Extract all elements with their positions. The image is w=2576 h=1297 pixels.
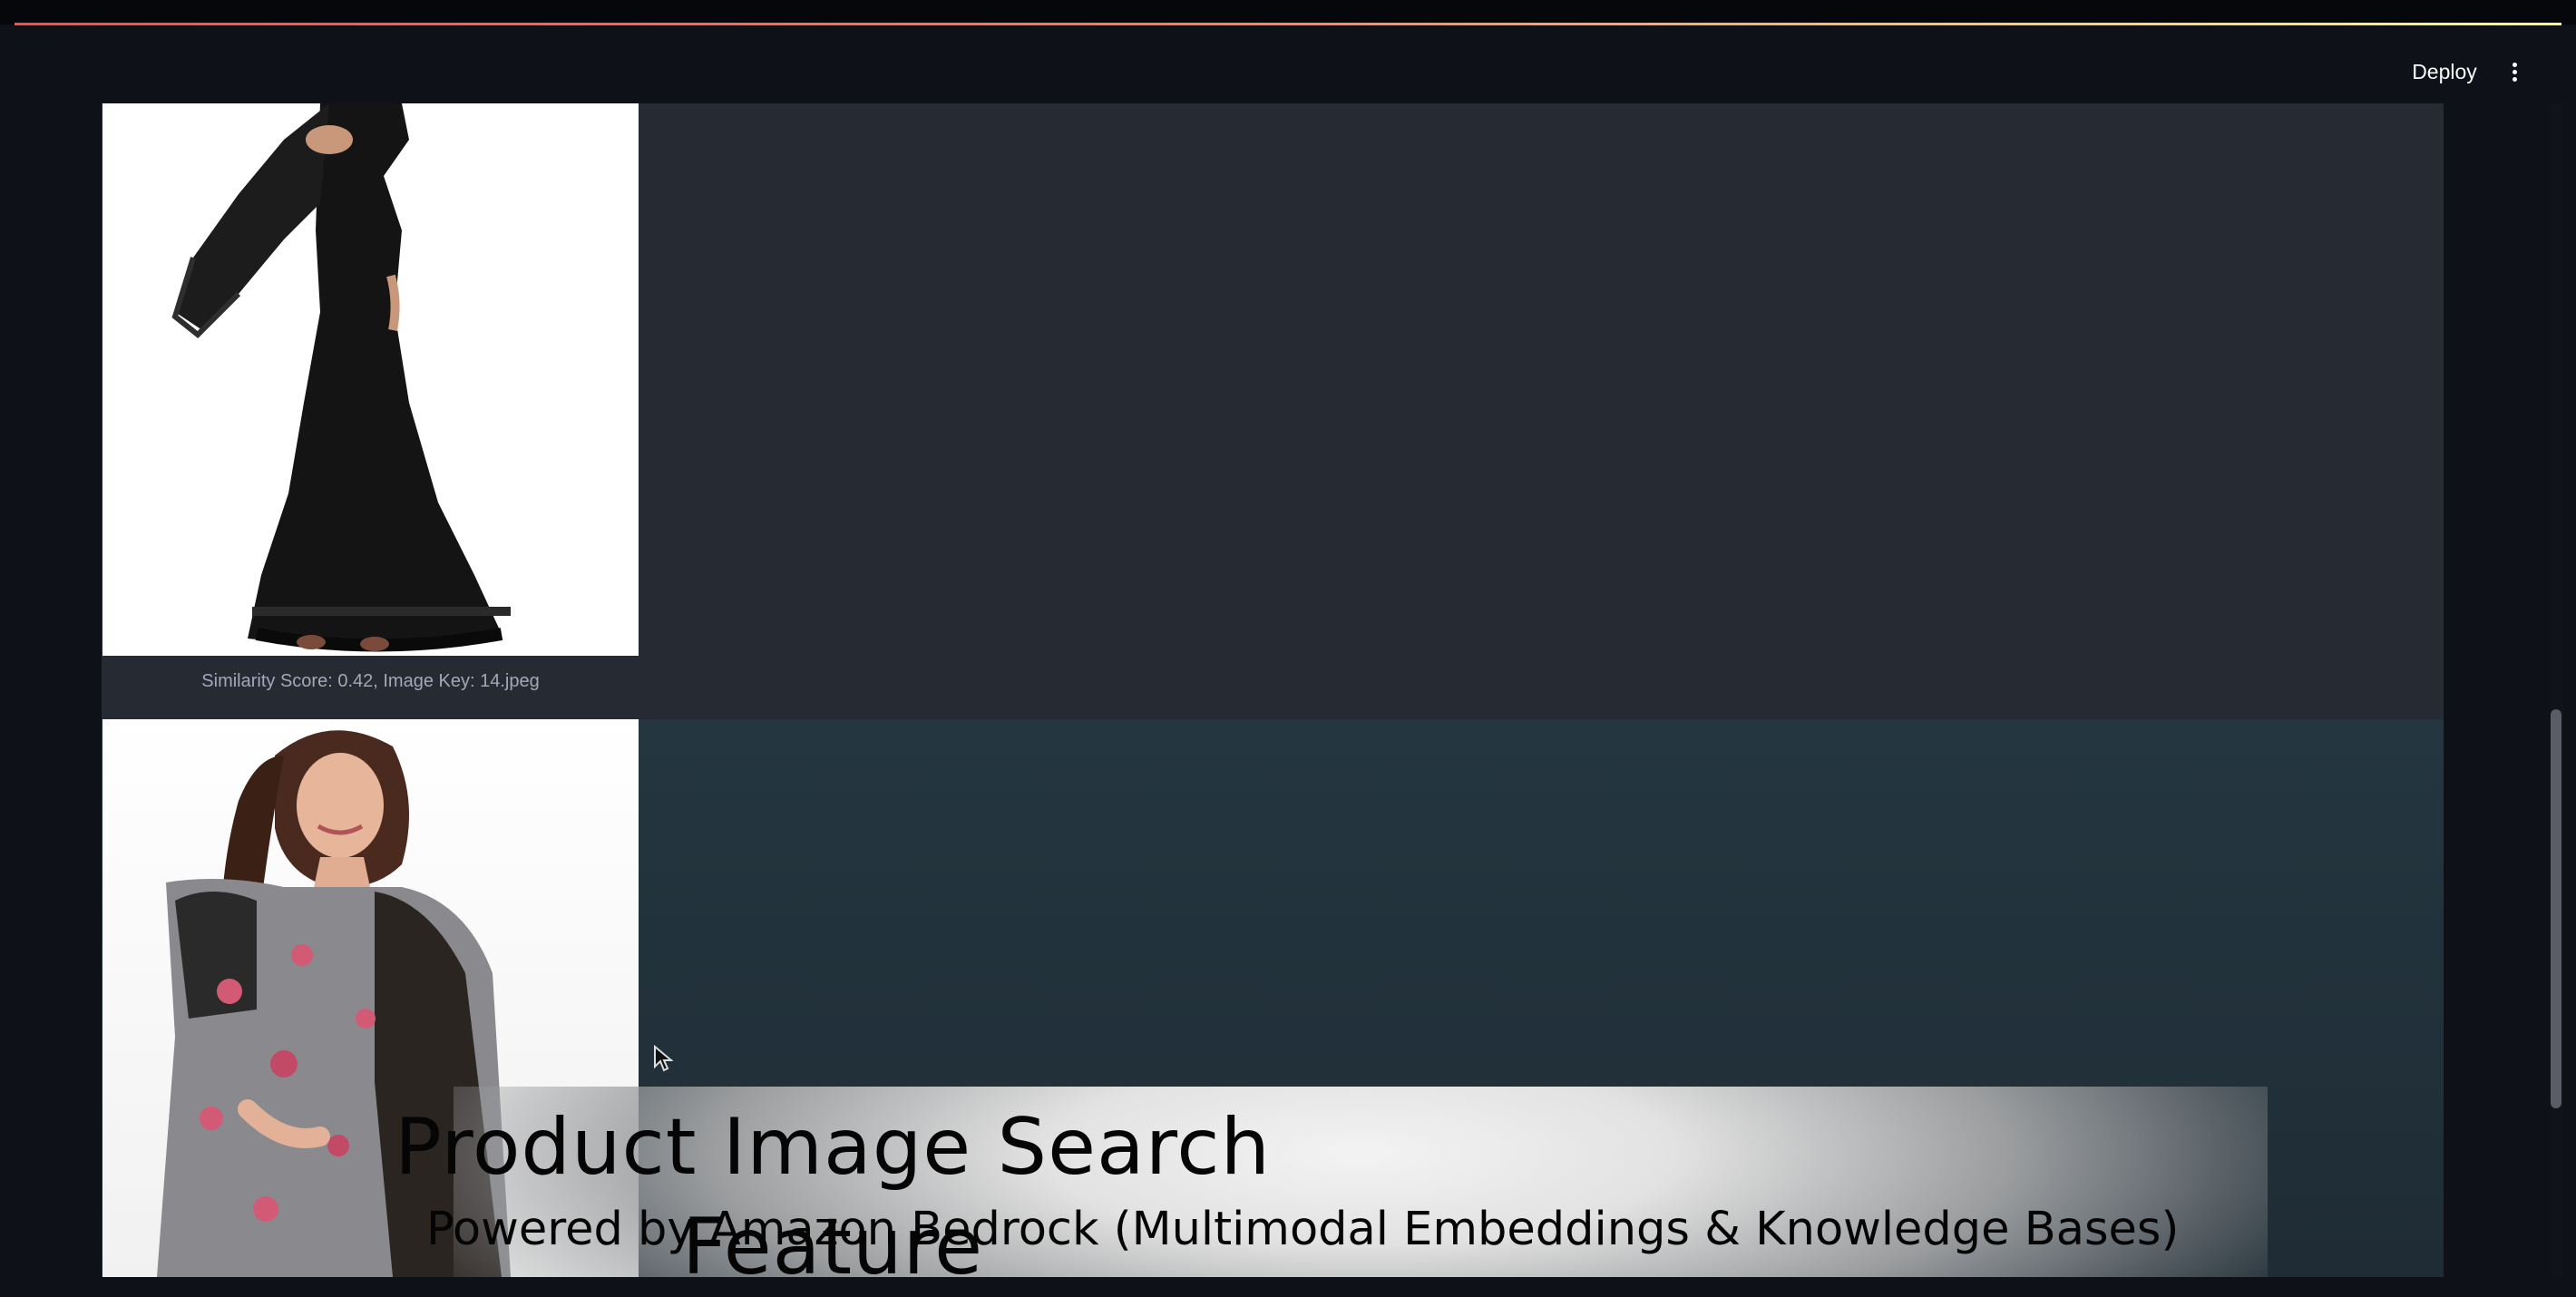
browser-top-bar bbox=[0, 0, 2576, 24]
banner-title: Product Image Search Feature bbox=[395, 1102, 1271, 1292]
product-image bbox=[102, 103, 639, 656]
deploy-button[interactable]: Deploy bbox=[2395, 53, 2494, 91]
black-saree-illustration bbox=[102, 103, 639, 656]
scrollbar-thumb[interactable] bbox=[2551, 709, 2561, 1108]
image-caption: Similarity Score: 0.42, Image Key: 14.jp… bbox=[201, 671, 540, 691]
banner-subtitle: Powered by Amazon Bedrock (Multimodal Em… bbox=[426, 1203, 2180, 1256]
mouse-cursor-icon bbox=[654, 1045, 673, 1072]
main-menu-icon[interactable] bbox=[2500, 53, 2529, 91]
